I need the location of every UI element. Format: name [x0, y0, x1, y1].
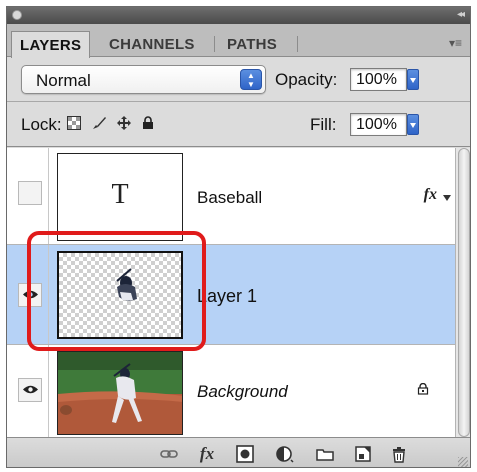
- layer-thumbnail[interactable]: T: [57, 153, 183, 241]
- fill-label: Fill:: [310, 115, 337, 134]
- tab-separator: [214, 36, 215, 52]
- resize-grip-icon[interactable]: [458, 457, 468, 467]
- column-divider: [48, 345, 49, 437]
- layer-mask-icon[interactable]: [235, 444, 255, 464]
- blend-mode-value: Normal: [36, 71, 91, 90]
- scrollbar-thumb[interactable]: [458, 148, 470, 437]
- layer-name[interactable]: Baseball: [197, 188, 262, 208]
- close-icon[interactable]: [12, 10, 22, 20]
- layers-panel: ◂◂ LAYERS CHANNELS PATHS ▾≡ Normal ▲ ▼ Op…: [6, 6, 471, 468]
- visibility-toggle[interactable]: [18, 283, 42, 307]
- text-layer-icon: T: [111, 179, 129, 210]
- transparent-pixels-icon[interactable]: [67, 116, 81, 134]
- baseball-photo-icon: [58, 352, 182, 434]
- column-divider: [48, 245, 49, 344]
- opacity-label: Opacity:: [275, 70, 338, 89]
- layer-name[interactable]: Background: [197, 382, 288, 402]
- visibility-toggle[interactable]: [18, 378, 42, 402]
- new-group-icon[interactable]: [315, 444, 335, 464]
- blend-opacity-row: Normal ▲ ▼ Opacity: 100%: [7, 58, 470, 102]
- lock-icon[interactable]: [142, 116, 154, 134]
- column-divider: [48, 148, 49, 244]
- layer-row-baseball[interactable]: T Baseball fx: [7, 148, 455, 245]
- opacity-dropdown-icon[interactable]: [407, 69, 419, 90]
- layer-thumbnail[interactable]: [57, 251, 183, 339]
- panel-tabs: LAYERS CHANNELS PATHS ▾≡: [7, 24, 470, 58]
- lock-fill-row: Lock: Fill: 100%: [7, 103, 470, 147]
- fill-value: 100%: [356, 116, 397, 133]
- layers-list: T Baseball fx Layer 1 Background: [7, 148, 455, 437]
- panel-menu-icon[interactable]: ▾≡: [449, 36, 462, 50]
- layers-bottom-toolbar: fx: [7, 437, 470, 467]
- adjustment-layer-icon[interactable]: [275, 444, 295, 464]
- batter-cutout-icon: [116, 268, 137, 301]
- blend-mode-select[interactable]: Normal ▲ ▼: [21, 65, 266, 94]
- visibility-toggle[interactable]: [18, 181, 42, 205]
- eye-icon: [23, 290, 38, 299]
- fx-icon[interactable]: fx: [424, 186, 437, 204]
- layer-row-layer-1[interactable]: Layer 1: [7, 245, 455, 345]
- tab-paths[interactable]: PATHS: [219, 31, 285, 57]
- layers-scrollbar[interactable]: [455, 148, 470, 437]
- panel-titlebar: ◂◂: [7, 7, 470, 24]
- fill-field[interactable]: 100%: [350, 113, 407, 136]
- layer-row-background[interactable]: Background: [7, 345, 455, 437]
- layer-thumbnail[interactable]: [57, 351, 183, 435]
- lock-icons: [67, 116, 160, 134]
- tab-separator: [297, 36, 298, 52]
- fill-dropdown-icon[interactable]: [407, 114, 419, 135]
- link-layers-icon[interactable]: [159, 444, 179, 464]
- new-layer-icon[interactable]: [353, 444, 373, 464]
- opacity-value: 100%: [356, 71, 397, 88]
- collapse-icon[interactable]: ◂◂: [457, 9, 465, 20]
- lock-icon: [417, 383, 429, 395]
- move-icon[interactable]: [117, 116, 132, 134]
- expand-effects-icon[interactable]: [443, 195, 451, 201]
- tab-layers[interactable]: LAYERS: [11, 31, 91, 58]
- tab-channels[interactable]: CHANNELS: [101, 31, 203, 57]
- brush-icon[interactable]: [91, 116, 107, 134]
- fx-icon[interactable]: fx: [197, 444, 217, 464]
- opacity-field[interactable]: 100%: [350, 68, 407, 91]
- lock-label: Lock:: [21, 115, 62, 134]
- trash-icon[interactable]: [389, 444, 409, 464]
- eye-icon: [23, 385, 38, 394]
- chevron-updown-icon[interactable]: ▲ ▼: [240, 69, 262, 90]
- layer-name[interactable]: Layer 1: [197, 286, 257, 307]
